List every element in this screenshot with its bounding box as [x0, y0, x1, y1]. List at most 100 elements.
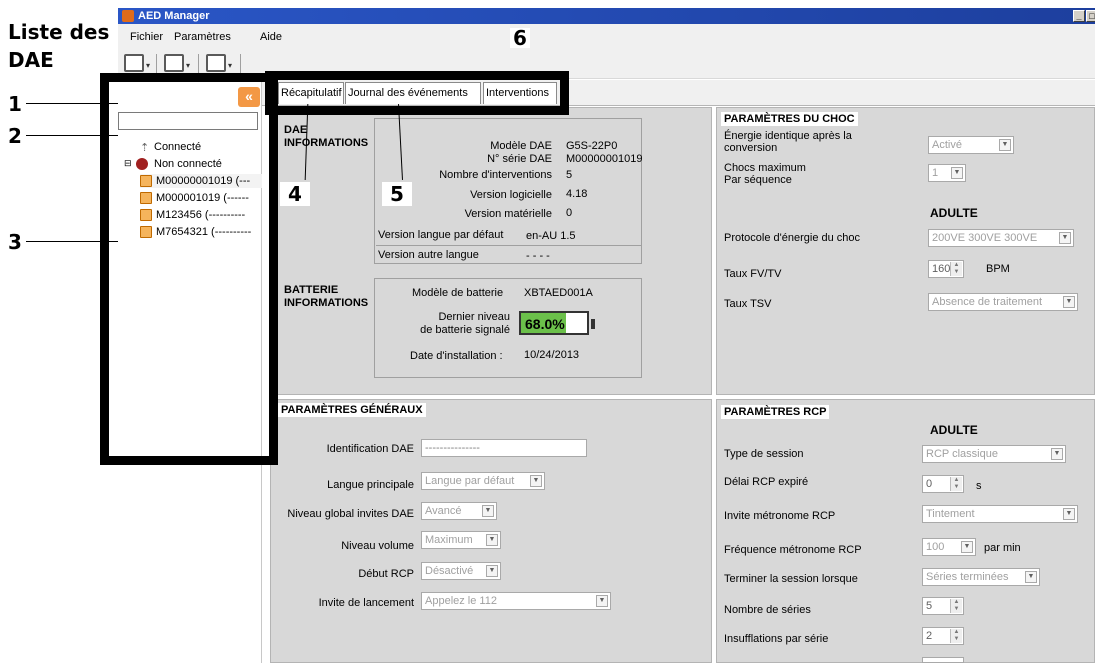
lang-other-label: Version autre langue: [378, 249, 479, 261]
dae-software-value: 4.18: [566, 188, 588, 200]
chevron-down-icon: ▼: [1059, 232, 1071, 244]
dae-serial-value: M00000001019: [566, 153, 643, 165]
general-lang-select[interactable]: Langue par défaut ▼: [421, 472, 545, 490]
general-id-field[interactable]: ---------------: [421, 439, 587, 457]
dae-hardware-value: 0: [566, 207, 573, 219]
annotation-number-2: 2: [8, 124, 22, 148]
dae-interventions-value: 5: [566, 169, 573, 181]
annotation-number-4: 4: [280, 182, 310, 206]
battery-level-value: 68.0%: [525, 316, 565, 332]
rcp-end-label: Terminer la session lorsque: [724, 573, 858, 585]
lang-other-value: - - - -: [526, 250, 550, 262]
general-volume-select[interactable]: Maximum ▼: [421, 531, 501, 549]
chevron-down-icon: ▼: [1025, 571, 1037, 583]
battery-model-label: Modèle de batterie: [412, 287, 504, 299]
chevron-down-icon: ▼: [951, 167, 963, 179]
shock-max-label: Chocs maximum Par séquence: [724, 162, 806, 186]
chevron-down-icon: ▼: [999, 139, 1011, 151]
general-rcp-label: Début RCP: [358, 568, 414, 580]
general-launch-select[interactable]: Appelez le 112 ▼: [421, 592, 611, 610]
general-level-label: Niveau global invites DAE: [287, 508, 414, 520]
battery-model-value: XBTAED001A: [524, 287, 593, 299]
toolbar-separator: [198, 54, 199, 74]
dae-hardware-label: Version matérielle: [464, 208, 552, 220]
rcp-panel: [716, 399, 1095, 663]
annotation-box-device-list: [100, 73, 278, 465]
rcp-freq-unit: par min: [984, 542, 1021, 554]
rcp-adult-header: ADULTE: [930, 423, 978, 437]
chevron-down-icon: ▼: [596, 595, 608, 607]
general-level-select[interactable]: Avancé ▼: [421, 502, 497, 520]
shock-protocol-select[interactable]: 200VE 300VE 300VE ▼: [928, 229, 1074, 247]
chevron-down-icon: ▼: [482, 505, 494, 517]
chevron-down-icon: ▼: [961, 541, 973, 553]
chevron-down-icon: ▼: [1051, 448, 1063, 460]
rcp-insuff-label: Insufflations par série: [724, 633, 829, 645]
dae-info-title: DAE INFORMATIONS: [284, 124, 369, 149]
spinner-arrows-icon: ▲ ▼: [950, 262, 962, 276]
general-lang-label: Langue principale: [327, 479, 414, 491]
toolbar-separator: [156, 54, 157, 74]
dae-model-label: Modèle DAE: [490, 140, 552, 152]
rcp-freq-label: Fréquence métronome RCP: [724, 544, 862, 556]
maximize-icon[interactable]: □: [1086, 10, 1095, 22]
annotation-number-5: 5: [382, 182, 412, 206]
rcp-next-spinner[interactable]: [922, 657, 964, 663]
annotation-number-1: 1: [8, 92, 22, 116]
rcp-metro-label: Invite métronome RCP: [724, 510, 836, 522]
shock-identical-label: Énergie identique après la conversion: [724, 130, 852, 154]
rcp-panel-title: PARAMÈTRES RCP: [721, 405, 830, 419]
spinner-arrows-icon: ▲ ▼: [950, 599, 962, 613]
shock-tsv-label: Taux TSV: [724, 298, 772, 310]
battery-level-label: Dernier niveau de batterie signalé: [420, 311, 510, 336]
chevron-down-icon: ▼: [486, 565, 498, 577]
divider: [376, 245, 642, 246]
window-titlebar: AED Manager _ □: [118, 8, 1095, 24]
dae-serial-label: N° série DAE: [487, 153, 552, 165]
rcp-delay-spinner[interactable]: 0 ▲ ▼: [922, 475, 964, 493]
menu-fichier[interactable]: Fichier: [130, 31, 163, 43]
spinner-arrows-icon: ▲ ▼: [950, 629, 962, 643]
rcp-delay-label: Délai RCP expiré: [724, 476, 809, 488]
rcp-metro-select[interactable]: Tintement ▼: [922, 505, 1078, 523]
menu-bar: Fichier Paramètres Aide: [118, 24, 1095, 49]
rcp-session-select[interactable]: RCP classique ▼: [922, 445, 1066, 463]
minimize-icon[interactable]: _: [1073, 10, 1085, 22]
rcp-insuff-spinner[interactable]: 2 ▲ ▼: [922, 627, 964, 645]
annotation-heading-line2: DAE: [8, 48, 54, 72]
shock-adult-header: ADULTE: [930, 206, 978, 220]
window-title: AED Manager: [138, 10, 210, 22]
shock-protocol-label: Protocole d'énergie du choc: [724, 232, 861, 244]
battery-install-value: 10/24/2013: [524, 349, 580, 361]
shock-identical-select[interactable]: Activé ▼: [928, 136, 1014, 154]
shock-tsv-select[interactable]: Absence de traitement ▼: [928, 293, 1078, 311]
annotation-number-6: 6: [510, 28, 530, 48]
rcp-end-select[interactable]: Séries terminées ▼: [922, 568, 1040, 586]
annotation-heading-line1: Liste des: [8, 20, 110, 44]
dae-software-label: Version logicielle: [470, 189, 552, 201]
dae-model-value: G5S-22P0: [566, 140, 618, 152]
general-id-label: Identification DAE: [326, 443, 414, 455]
menu-parametres[interactable]: Paramètres: [174, 31, 231, 43]
spinner-arrows-icon: ▲ ▼: [950, 477, 962, 491]
shock-fv-label: Taux FV/TV: [724, 268, 782, 280]
chevron-down-icon: ▼: [486, 534, 498, 546]
battery-info-title: BATTERIE INFORMATIONS: [284, 284, 369, 309]
chevron-down-icon: ▼: [530, 475, 542, 487]
shock-fv-spinner[interactable]: 160 ▲ ▼: [928, 260, 964, 278]
dae-interventions-label: Nombre d'interventions: [439, 169, 552, 181]
battery-level-gauge: 68.0%: [519, 311, 595, 335]
shock-panel-title: PARAMÈTRES DU CHOC: [721, 112, 858, 126]
menu-aide[interactable]: Aide: [260, 31, 282, 43]
rcp-freq-select[interactable]: 100 ▼: [922, 538, 976, 556]
general-launch-label: Invite de lancement: [318, 597, 414, 609]
lang-default-value: en-AU 1.5: [526, 230, 576, 242]
rcp-delay-unit: s: [976, 480, 982, 492]
general-panel-title: PARAMÈTRES GÉNÉRAUX: [278, 403, 426, 417]
rcp-session-label: Type de session: [724, 448, 804, 460]
battery-cap: [591, 319, 595, 329]
chevron-down-icon: ▼: [1063, 508, 1075, 520]
general-rcp-select[interactable]: Désactivé ▼: [421, 562, 501, 580]
shock-max-select[interactable]: 1 ▼: [928, 164, 966, 182]
rcp-series-spinner[interactable]: 5 ▲ ▼: [922, 597, 964, 615]
